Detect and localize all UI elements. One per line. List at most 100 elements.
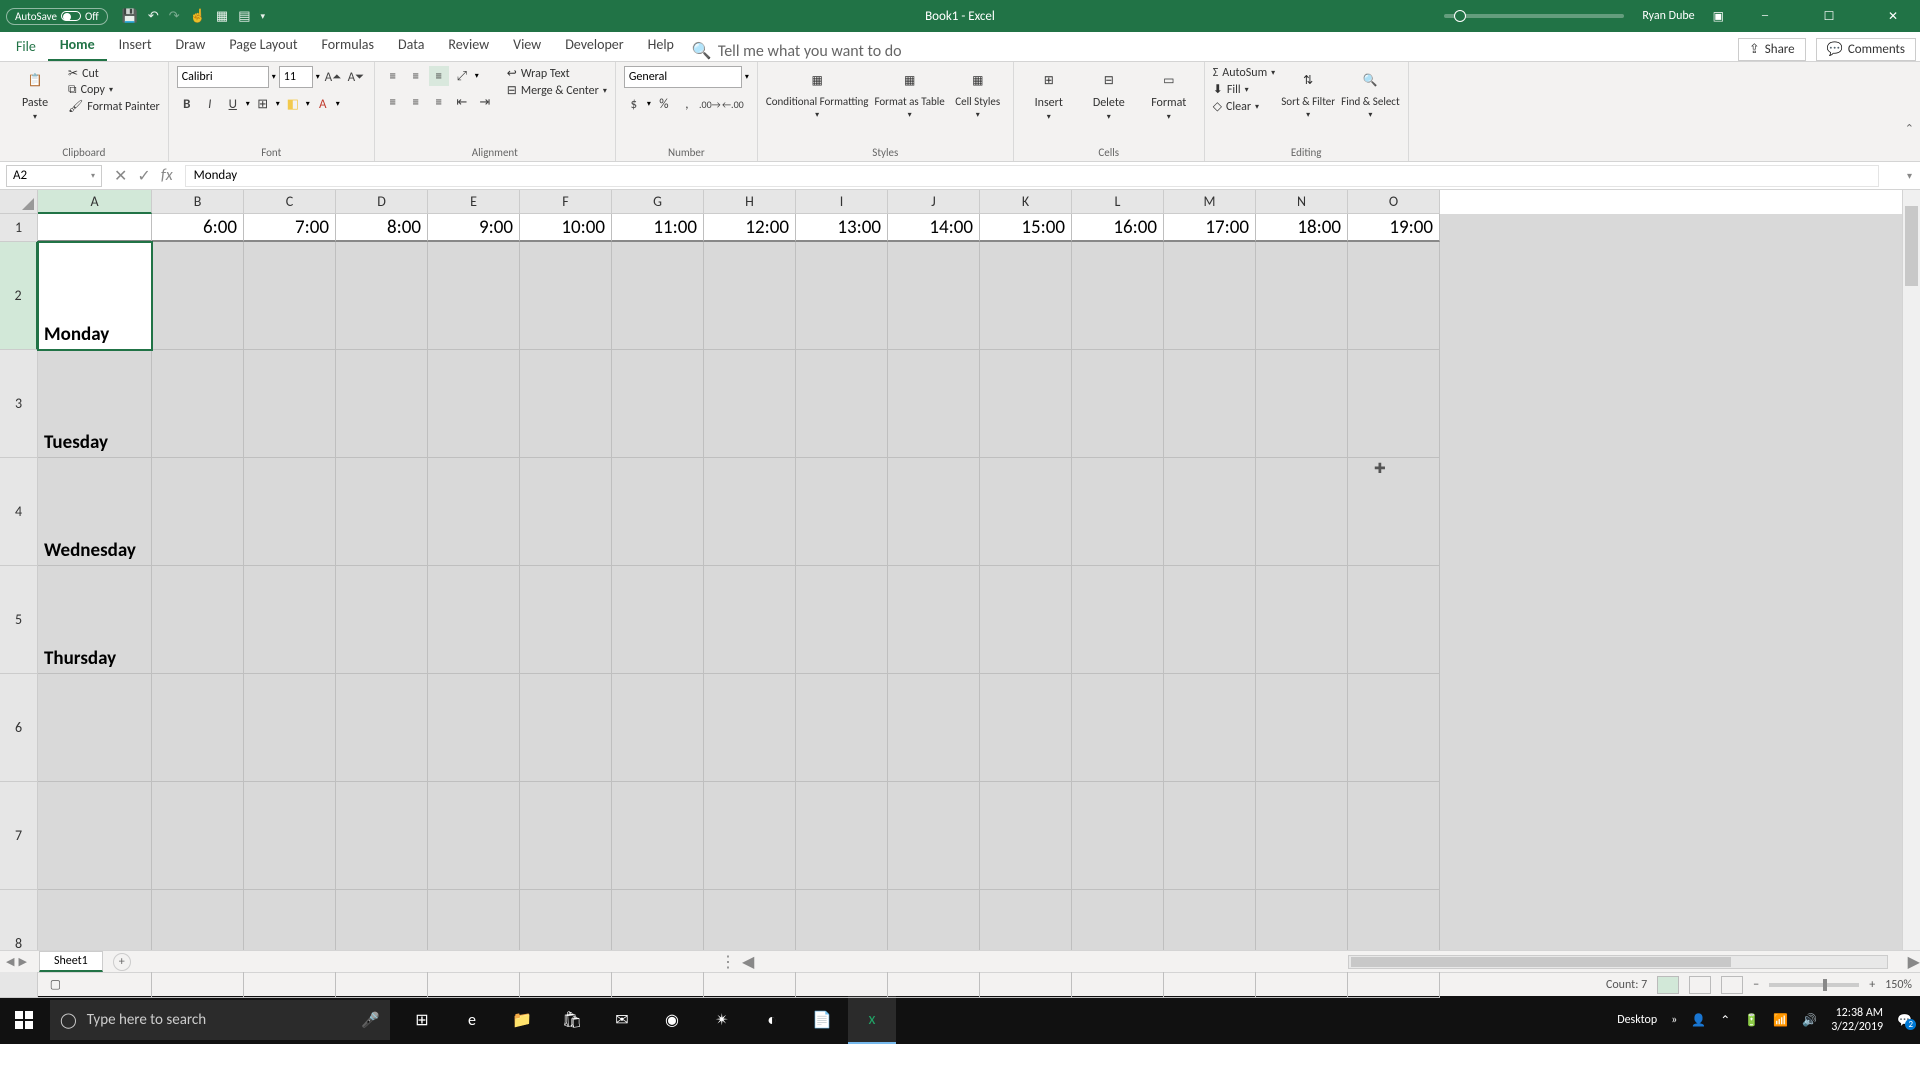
app-store[interactable]: 🛍 <box>548 996 596 1044</box>
cell[interactable] <box>796 566 888 674</box>
cell[interactable] <box>1072 566 1164 674</box>
tab-home[interactable]: Home <box>48 30 107 61</box>
merge-center-button[interactable]: ⊟Merge & Center▾ <box>507 83 607 98</box>
column-header[interactable]: H <box>704 190 796 214</box>
increase-font-icon[interactable]: A⏶ <box>323 67 343 87</box>
cell[interactable]: Wednesday <box>38 458 152 566</box>
cell[interactable] <box>1164 674 1256 782</box>
tray-battery-icon[interactable]: 🔋 <box>1744 1013 1759 1028</box>
cell[interactable] <box>888 350 980 458</box>
cell[interactable] <box>796 674 888 782</box>
format-as-table-button[interactable]: ▦Format as Table▾ <box>874 66 944 120</box>
tell-me-search[interactable]: 🔍 Tell me what you want to do <box>692 41 902 61</box>
cell[interactable]: 8:00 <box>336 214 428 242</box>
cell[interactable] <box>796 890 888 998</box>
titlebar-slider[interactable] <box>1444 14 1624 18</box>
collapse-ribbon-icon[interactable]: ⌃ <box>1905 122 1914 135</box>
clear-button[interactable]: ◇Clear▾ <box>1213 99 1275 114</box>
cell[interactable] <box>1348 890 1440 998</box>
cell[interactable] <box>152 782 244 890</box>
border-button[interactable]: ⊞ <box>253 94 273 114</box>
cell[interactable] <box>152 566 244 674</box>
currency-icon[interactable]: $ <box>624 94 644 114</box>
tray-chevron-up-icon[interactable]: ⌃ <box>1720 1013 1730 1028</box>
cell[interactable] <box>888 242 980 350</box>
tab-insert[interactable]: Insert <box>107 30 164 61</box>
cell[interactable] <box>336 566 428 674</box>
qat-icon2[interactable]: ▤ <box>238 9 250 24</box>
cell[interactable] <box>796 458 888 566</box>
tray-overflow-icon[interactable]: » <box>1671 1013 1677 1027</box>
cell[interactable] <box>1348 350 1440 458</box>
row-header[interactable]: 7 <box>0 782 38 890</box>
delete-cells-button[interactable]: ⊟Delete▾ <box>1082 66 1136 122</box>
cut-button[interactable]: ✂Cut <box>68 66 160 81</box>
cell[interactable] <box>38 890 152 998</box>
autosave-toggle[interactable]: AutoSave Off <box>6 8 108 25</box>
row-header[interactable]: 3 <box>0 350 38 458</box>
copy-button[interactable]: ⧉Copy▾ <box>68 83 160 97</box>
cell[interactable] <box>1072 350 1164 458</box>
mic-icon[interactable]: 🎤 <box>361 1011 380 1030</box>
hscroll-left-icon[interactable]: ◀ <box>742 952 754 972</box>
row-header[interactable]: 8 <box>0 890 38 998</box>
cell[interactable]: 17:00 <box>1164 214 1256 242</box>
paste-button[interactable]: 📋 Paste ▾ <box>8 66 62 122</box>
cell[interactable] <box>336 350 428 458</box>
cell[interactable] <box>1348 782 1440 890</box>
tray-desktop-label[interactable]: Desktop <box>1617 1013 1657 1027</box>
increase-indent-icon[interactable]: ⇥ <box>475 92 495 112</box>
tray-people-icon[interactable]: 👤 <box>1691 1013 1706 1028</box>
app-misc1[interactable]: ✴ <box>698 996 746 1044</box>
cell[interactable] <box>428 782 520 890</box>
cell[interactable]: 6:00 <box>152 214 244 242</box>
cell[interactable] <box>980 242 1072 350</box>
name-box[interactable]: A2▾ <box>6 165 102 187</box>
cell[interactable] <box>336 674 428 782</box>
app-edge[interactable]: e <box>448 996 496 1044</box>
cell[interactable]: 12:00 <box>704 214 796 242</box>
formula-input[interactable]: Monday <box>185 165 1879 187</box>
hscroll-right-icon[interactable]: ▶ <box>1908 952 1920 972</box>
cell-styles-button[interactable]: ▦Cell Styles▾ <box>951 66 1005 120</box>
zoom-slider[interactable] <box>1769 983 1859 987</box>
undo-icon[interactable]: ↶ <box>148 9 159 24</box>
cell[interactable] <box>888 674 980 782</box>
cell[interactable] <box>980 566 1072 674</box>
cell[interactable] <box>244 782 336 890</box>
cell[interactable] <box>428 566 520 674</box>
share-button[interactable]: ⇪Share <box>1738 38 1806 61</box>
column-header[interactable]: A <box>38 190 152 214</box>
cell[interactable] <box>796 350 888 458</box>
enter-formula-icon[interactable]: ✓ <box>137 166 150 186</box>
column-header[interactable]: C <box>244 190 336 214</box>
cell[interactable] <box>244 674 336 782</box>
tab-file[interactable]: File <box>4 32 48 61</box>
cell[interactable]: Tuesday <box>38 350 152 458</box>
cell[interactable] <box>888 890 980 998</box>
align-right-icon[interactable]: ≡ <box>429 92 449 112</box>
cell[interactable] <box>1256 674 1348 782</box>
cell[interactable]: Thursday <box>38 566 152 674</box>
cell[interactable] <box>152 458 244 566</box>
cell[interactable]: 16:00 <box>1072 214 1164 242</box>
cell[interactable] <box>704 566 796 674</box>
save-icon[interactable]: 💾 <box>122 9 138 24</box>
cell[interactable] <box>1348 242 1440 350</box>
column-header[interactable]: M <box>1164 190 1256 214</box>
ribbon-display-options-icon[interactable]: ▣ <box>1713 9 1724 24</box>
cell[interactable] <box>244 350 336 458</box>
increase-decimal-icon[interactable]: .00→ <box>700 94 720 114</box>
cell[interactable] <box>1256 566 1348 674</box>
sheet-tab[interactable]: Sheet1 <box>39 951 103 972</box>
cell[interactable] <box>888 566 980 674</box>
expand-formula-icon[interactable]: ▾ <box>1899 169 1920 182</box>
cell[interactable] <box>1256 350 1348 458</box>
cell[interactable] <box>612 242 704 350</box>
cell[interactable] <box>38 782 152 890</box>
app-notepad[interactable]: 📄 <box>798 996 846 1044</box>
cell[interactable] <box>888 782 980 890</box>
conditional-formatting-button[interactable]: ▦Conditional Formatting▾ <box>766 66 869 120</box>
find-select-button[interactable]: 🔍Find & Select▾ <box>1341 66 1399 120</box>
maximize-button[interactable]: ☐ <box>1806 0 1852 32</box>
